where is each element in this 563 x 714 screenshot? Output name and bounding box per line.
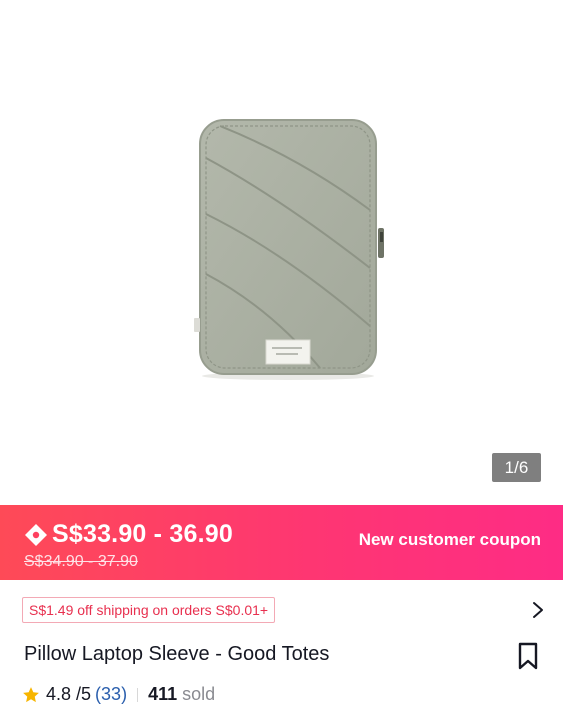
product-title: Pillow Laptop Sleeve - Good Totes <box>24 643 330 665</box>
review-count[interactable]: (33) <box>95 684 127 705</box>
chevron-right-icon[interactable] <box>531 601 545 619</box>
bookmark-icon[interactable] <box>517 642 539 670</box>
product-image[interactable] <box>190 118 386 380</box>
price-tag-icon <box>25 523 47 546</box>
shipping-discount-badge: S$1.49 off shipping on orders S$0.01+ <box>22 597 276 623</box>
product-image-gallery[interactable]: 1/6 <box>0 0 563 505</box>
divider <box>137 687 139 702</box>
image-counter: 1/6 <box>492 453 541 482</box>
shipping-promo-row[interactable]: S$1.49 off shipping on orders S$0.01+ <box>0 580 563 640</box>
new-customer-coupon-link[interactable]: New customer coupon <box>359 530 541 550</box>
original-price: S$34.90 - 37.90 <box>24 553 138 570</box>
sold-label: sold <box>182 684 216 704</box>
price-row: S$33.90 - 36.90 <box>24 520 233 549</box>
sold-count: 411 <box>148 684 178 704</box>
price-banner: S$33.90 - 36.90 S$34.90 - 37.90 New cust… <box>0 505 563 580</box>
rating-score: 4.8 /5 <box>46 684 92 704</box>
current-price: S$33.90 - 36.90 <box>52 520 233 548</box>
star-icon <box>23 686 39 702</box>
rating-row[interactable]: 4.8 /5 (33) 411 sold <box>22 684 215 705</box>
